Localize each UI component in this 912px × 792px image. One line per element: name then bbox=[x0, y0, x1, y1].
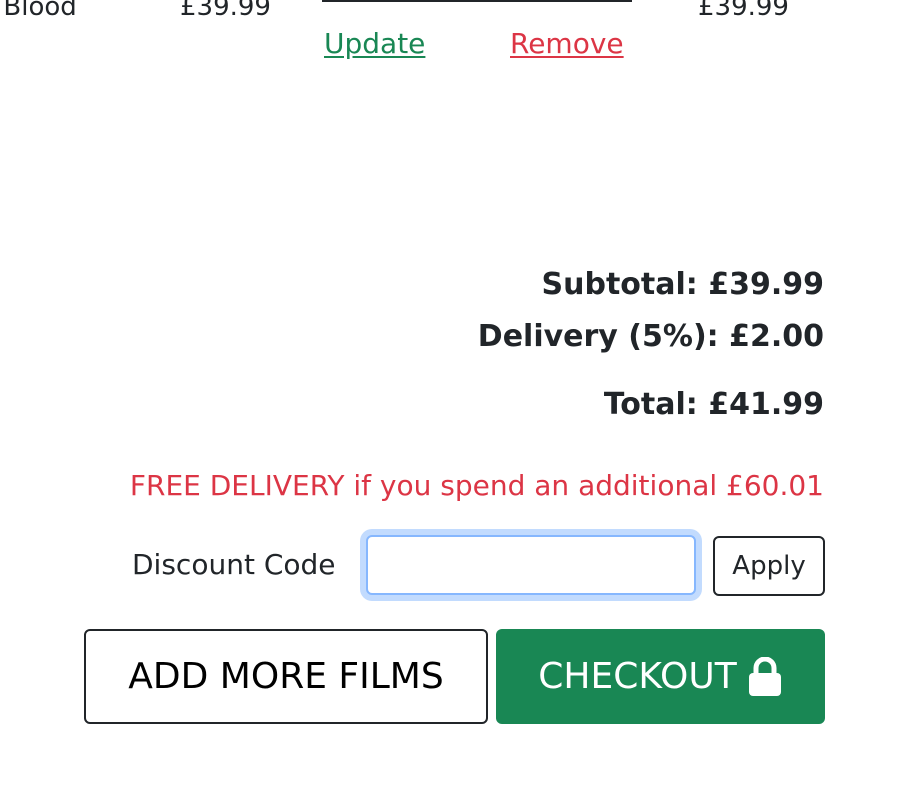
remove-link[interactable]: Remove bbox=[510, 30, 624, 58]
add-more-films-button[interactable]: ADD MORE FILMS bbox=[84, 629, 488, 724]
cart-subtotal: Subtotal: £39.99 bbox=[541, 267, 824, 302]
item-title: f Blood bbox=[0, 0, 77, 22]
update-link[interactable]: Update bbox=[324, 30, 425, 58]
discount-code-input[interactable] bbox=[366, 535, 696, 595]
cart-page: f Blood £39.99 £39.99 Update Remove Subt… bbox=[0, 0, 912, 792]
apply-discount-button[interactable]: Apply bbox=[713, 536, 825, 596]
grand-total: Total: £41.99 bbox=[603, 387, 824, 422]
quantity-stepper[interactable] bbox=[322, 0, 632, 2]
delivery-cost: Delivery (5%): £2.00 bbox=[477, 319, 824, 354]
checkout-button[interactable]: CHECKOUT bbox=[496, 629, 825, 724]
item-price: £39.99 bbox=[180, 0, 271, 22]
checkout-label: CHECKOUT bbox=[538, 656, 737, 697]
discount-code-label: Discount Code bbox=[132, 548, 336, 581]
item-subtotal: £39.99 bbox=[698, 0, 789, 22]
free-delivery-notice: FREE DELIVERY if you spend an additional… bbox=[129, 469, 824, 502]
lock-icon bbox=[748, 656, 781, 696]
